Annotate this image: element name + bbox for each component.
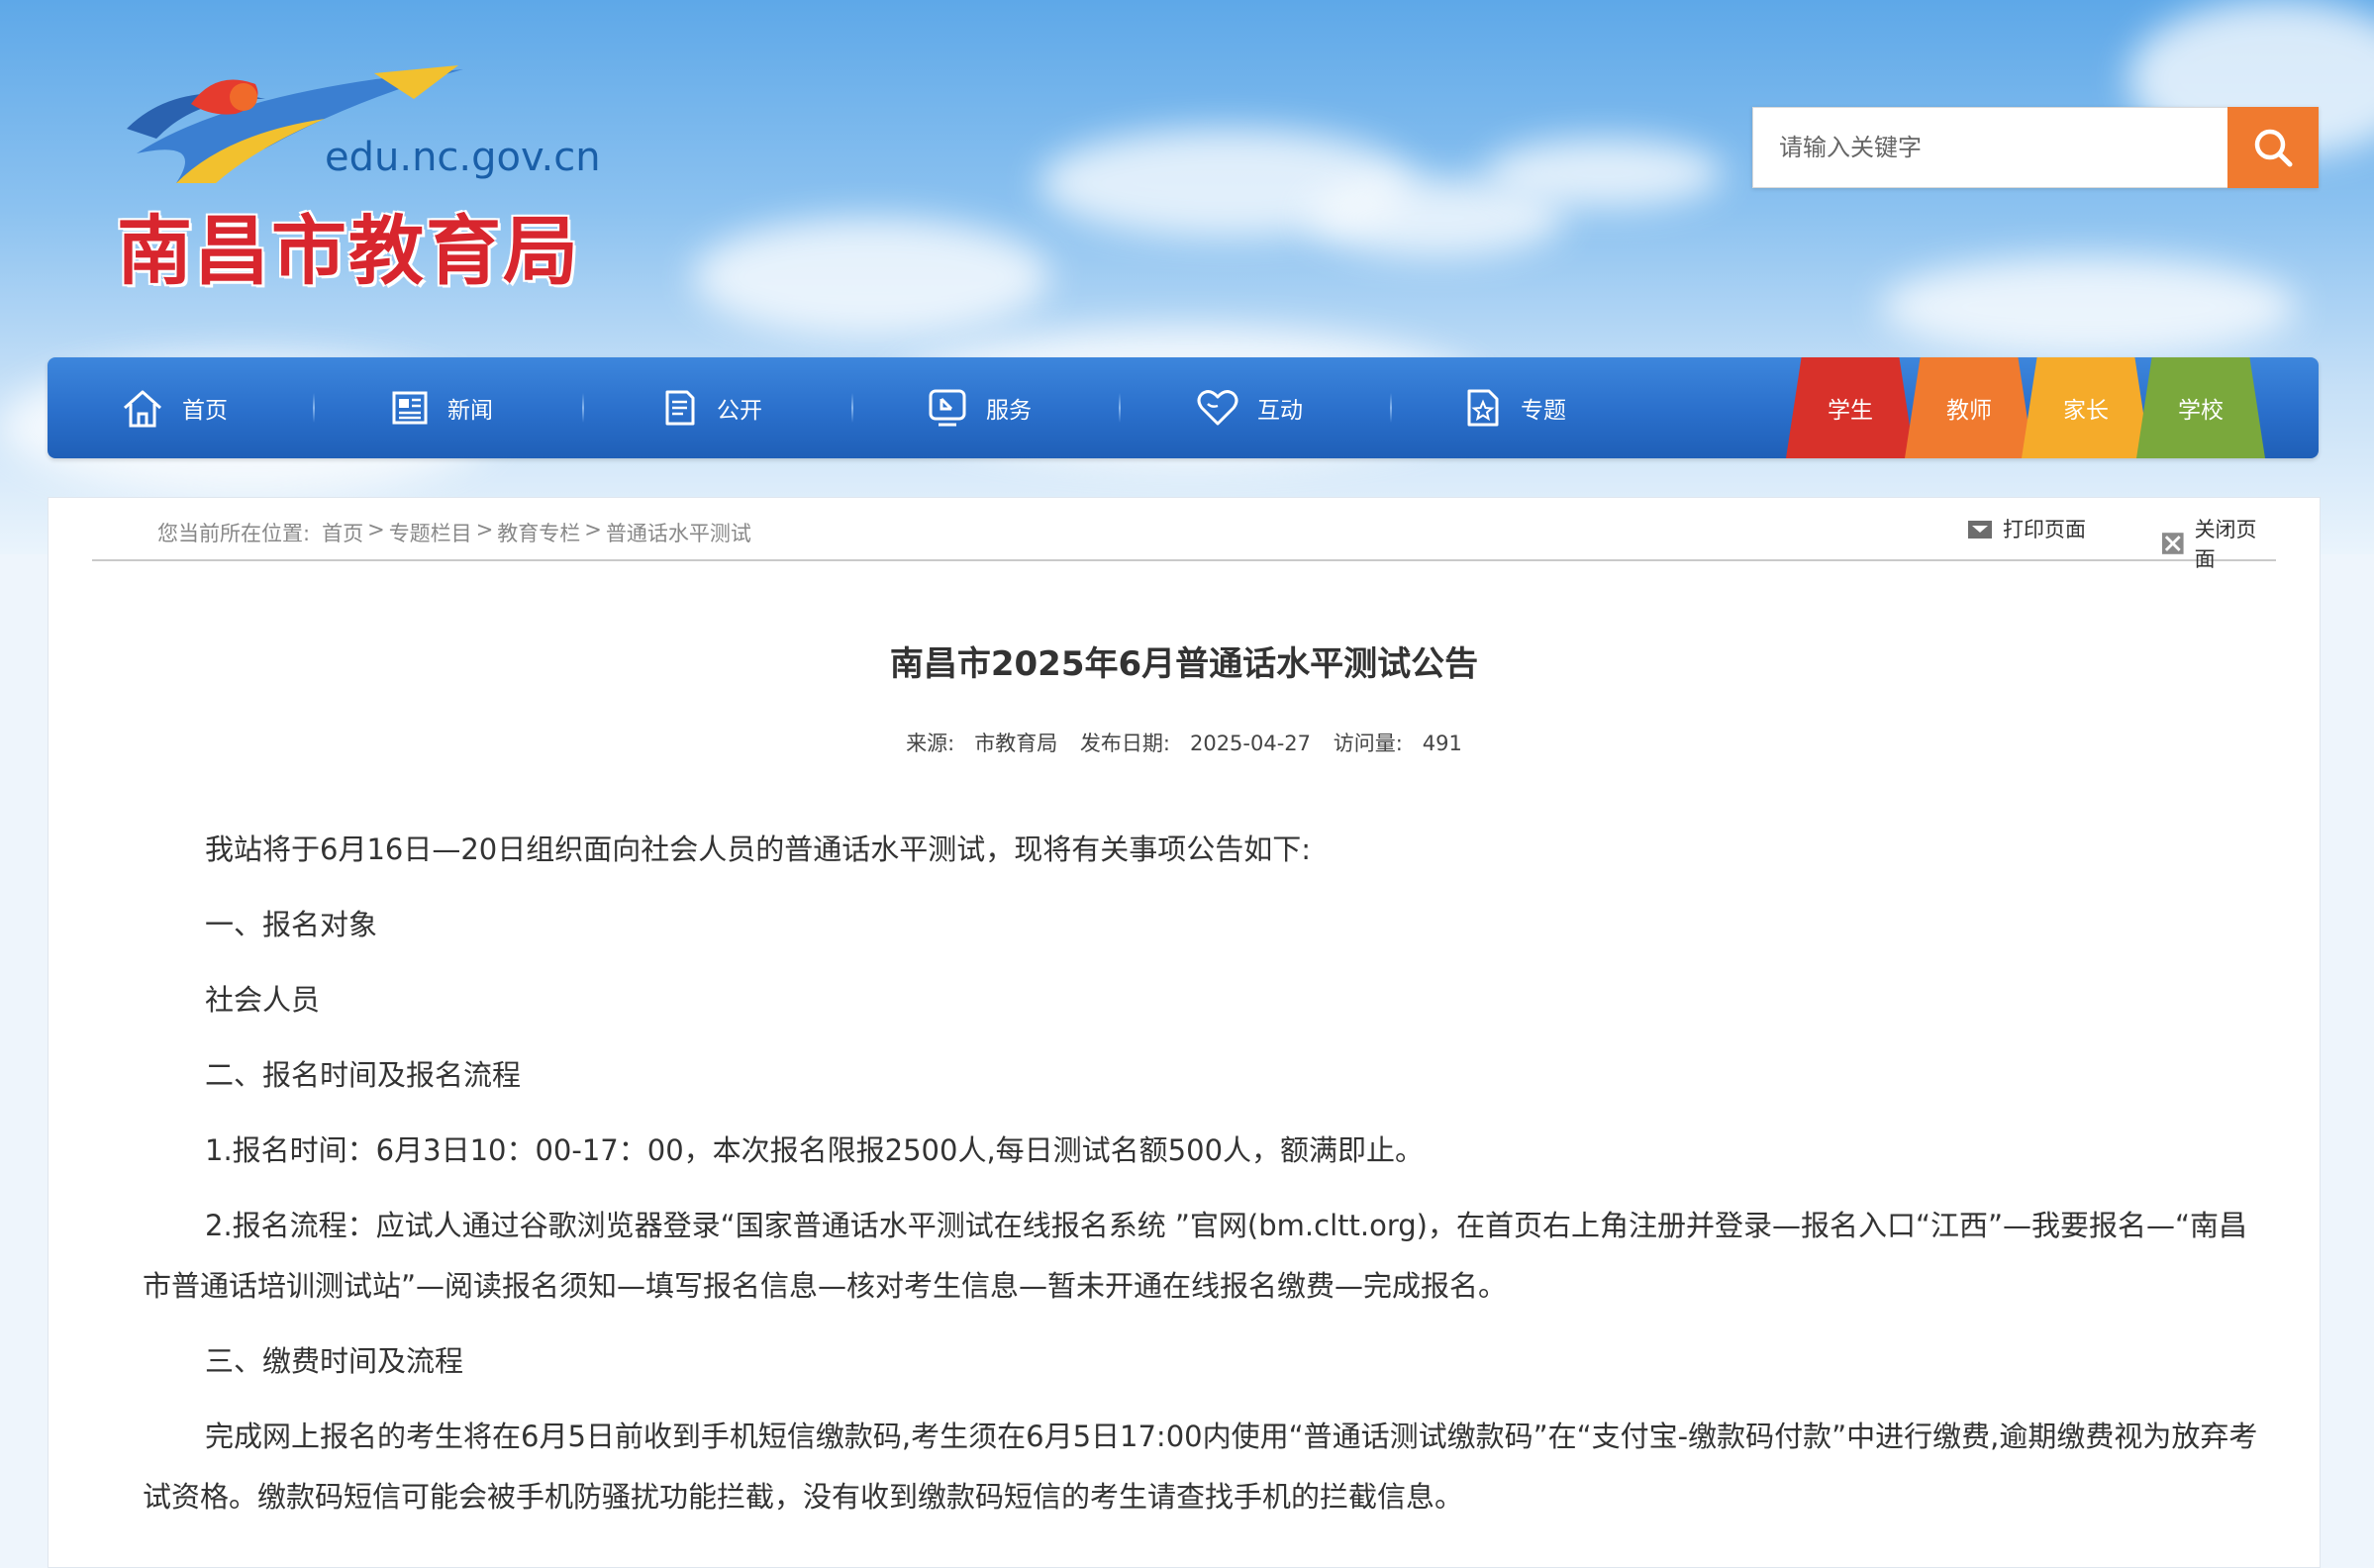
article-title: 南昌市2025年6月普通话水平测试公告 (889, 644, 1479, 684)
search-button[interactable] (2227, 107, 2319, 188)
nav-item-public[interactable]: 公开 (659, 357, 762, 458)
nav-divider (1390, 393, 1392, 423)
nav-divider (851, 393, 853, 423)
breadcrumb-bar: 您当前所在位置: 首页 > 专题栏目 > 教育专栏 > 普通话水平测试 打印页面… (92, 498, 2276, 571)
date-value: 2025-04-27 (1189, 732, 1312, 755)
tag-label: 家长 (2063, 398, 2109, 424)
close-page-label: 关闭页面 (2194, 518, 2257, 571)
nav-item-label: 首页 (182, 398, 228, 424)
tag-label: 学校 (2178, 398, 2224, 424)
cloud (1881, 257, 2297, 356)
article-card: 您当前所在位置: 首页 > 专题栏目 > 教育专栏 > 普通话水平测试 打印页面… (48, 497, 2321, 1568)
cloud (693, 218, 1049, 337)
nav-divider (582, 393, 584, 423)
paragraph: 1.报名时间：6月3日10：00-17：00，本次报名限报2500人,每日测试名… (205, 1133, 1425, 1167)
breadcrumb-separator: > (475, 518, 494, 541)
breadcrumb-separator: > (367, 518, 385, 541)
cloud (1485, 139, 1723, 208)
service-icon (929, 389, 966, 427)
breadcrumb-link-edu-column[interactable]: 教育专栏 (497, 518, 580, 547)
article-body: 我站将于6月16日—20日组织面向社会人员的普通话水平测试，现将有关事项公告如下… (143, 820, 2271, 1542)
logo-title: 南昌市教育局 (117, 207, 580, 295)
section-heading: 二、报名时间及报名流程 (205, 1058, 522, 1092)
nav-divider (1119, 393, 1121, 423)
nav-item-service[interactable]: 服务 (927, 357, 1032, 458)
search-box (1752, 107, 2319, 188)
document-icon (665, 390, 695, 426)
breadcrumb-link-mandarin-test[interactable]: 普通话水平测试 (606, 518, 751, 547)
breadcrumb-separator: > (584, 518, 602, 541)
paragraph: 我站将于6月16日—20日组织面向社会人员的普通话水平测试，现将有关事项公告如下… (205, 833, 1312, 866)
nav-item-label: 专题 (1521, 398, 1566, 424)
close-page-button[interactable]: 关闭页面 (2161, 514, 2276, 573)
logo-domain: edu.nc.gov.cn (325, 135, 601, 180)
paragraph: 社会人员 (205, 983, 321, 1017)
print-page-button[interactable]: 打印页面 (1967, 514, 2086, 543)
breadcrumb: 您当前所在位置: 首页 > 专题栏目 > 教育专栏 > 普通话水平测试 (157, 518, 751, 547)
tag-school[interactable]: 学校 (2136, 357, 2265, 458)
close-icon (2161, 533, 2184, 554)
nav-item-label: 互动 (1257, 398, 1303, 424)
tag-label: 学生 (1828, 398, 1873, 424)
print-page-label: 打印页面 (2003, 518, 2086, 541)
date-label: 发布日期: (1079, 732, 1170, 755)
tag-label: 教师 (1946, 398, 1992, 424)
header-banner: edu.nc.gov.cn 南昌市教育局 (0, 0, 2374, 554)
search-input[interactable] (1752, 107, 2227, 188)
nav-item-label: 服务 (986, 398, 1032, 424)
star-doc-icon (1467, 389, 1499, 427)
tag-teacher[interactable]: 教师 (1905, 357, 2033, 458)
nav-item-news[interactable]: 新闻 (390, 357, 493, 458)
views-label: 访问量: (1333, 732, 1403, 755)
source-label: 来源: (906, 732, 955, 755)
main-nav: 首页 新闻 公开 服务 互动 专题 学生 教师 家长 学校 (48, 357, 2319, 458)
breadcrumb-link-home[interactable]: 首页 (322, 518, 363, 547)
nav-divider (313, 393, 315, 423)
newspaper-icon (392, 391, 428, 425)
site-logo[interactable]: edu.nc.gov.cn 南昌市教育局 (117, 59, 612, 297)
nav-item-label: 公开 (717, 398, 762, 424)
home-icon (124, 390, 161, 428)
paragraph: 2.报名流程：应试人通过谷歌浏览器登录“国家普通话水平测试在线报名系统 ”官网(… (143, 1209, 2248, 1303)
views-value: 491 (1422, 732, 1462, 755)
nav-item-home[interactable]: 首页 (121, 357, 228, 458)
tag-student[interactable]: 学生 (1786, 357, 1915, 458)
source-value: 市教育局 (974, 732, 1058, 755)
paragraph: 完成网上报名的考生将在6月5日前收到手机短信缴款码,考生须在6月5日17:00内… (143, 1420, 2258, 1514)
print-icon (1968, 521, 1992, 539)
nav-item-topic[interactable]: 专题 (1463, 357, 1566, 458)
article-meta: 来源: 市教育局 发布日期: 2025-04-27 访问量: 491 (49, 728, 2320, 757)
breadcrumb-link-topics[interactable]: 专题栏目 (389, 518, 472, 547)
heart-icon (1197, 390, 1238, 426)
search-icon (2254, 129, 2293, 167)
nav-item-label: 新闻 (447, 398, 493, 424)
section-heading: 一、报名对象 (205, 908, 378, 941)
tag-parent[interactable]: 家长 (2022, 357, 2150, 458)
breadcrumb-prefix: 您当前所在位置: (157, 522, 311, 545)
section-heading: 三、缴费时间及流程 (205, 1344, 464, 1378)
nav-item-interact[interactable]: 互动 (1196, 357, 1303, 458)
